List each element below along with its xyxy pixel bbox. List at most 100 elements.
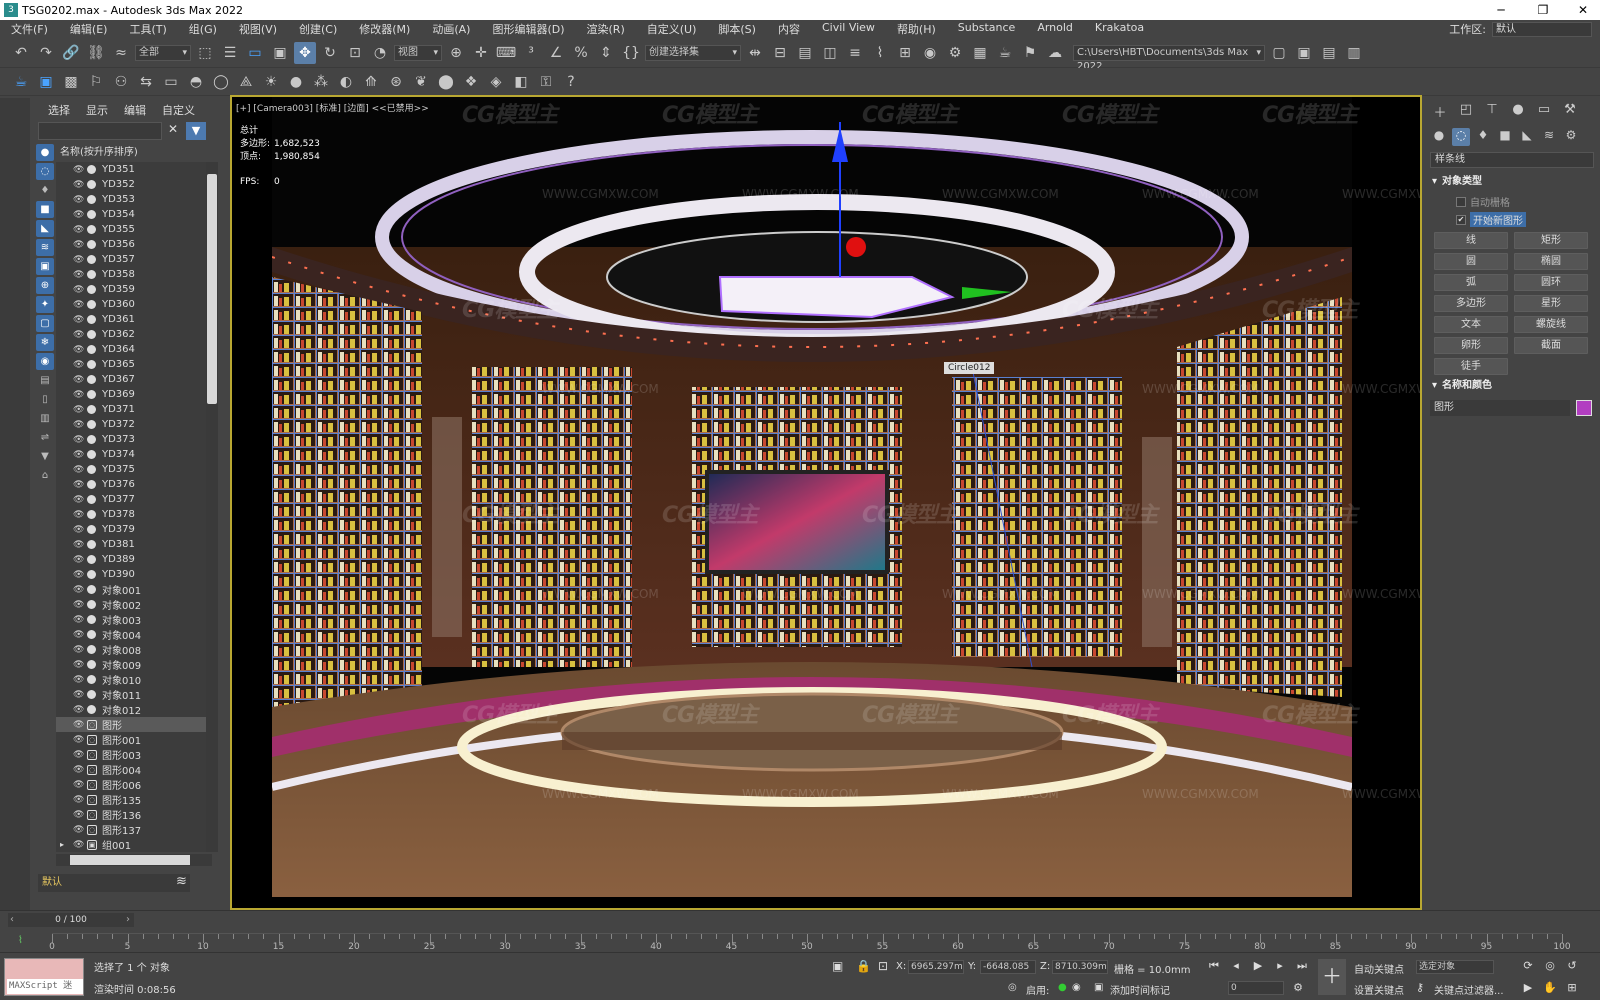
adaptive-degradation-icon[interactable]: ◎ <box>1008 982 1017 993</box>
key-filters-button[interactable]: 关键点过滤器... <box>1434 982 1504 997</box>
list-item[interactable]: 👁 ◌ 图形003 <box>56 747 212 762</box>
spinner-snap-icon[interactable]: ⇕ <box>595 42 617 64</box>
tab-select[interactable]: 选择 <box>48 102 70 120</box>
project-folder-icon[interactable]: ▢ <box>1268 42 1290 64</box>
visibility-icon[interactable]: 👁 <box>73 255 85 265</box>
visibility-icon[interactable]: 👁 <box>73 825 85 835</box>
visibility-icon[interactable]: 👁 <box>73 645 85 655</box>
list-item[interactable]: 👁 对象001 <box>56 582 212 597</box>
project-settings-icon[interactable]: ▥ <box>1343 42 1365 64</box>
list-item[interactable]: 👁 YD353 <box>56 192 212 207</box>
display-cameras-icon[interactable]: ■ <box>36 201 54 218</box>
orbit-icon[interactable]: ⟳ <box>1520 959 1536 975</box>
redo-icon[interactable]: ↷ <box>35 42 57 64</box>
motion-tab-icon[interactable]: ● <box>1508 102 1528 120</box>
list-item[interactable]: 👁 ◌ 图形 <box>56 717 212 732</box>
visibility-icon[interactable]: 👁 <box>73 525 85 535</box>
list-item[interactable]: 👁 对象011 <box>56 687 212 702</box>
select-rotate-icon[interactable]: ↻ <box>319 42 341 64</box>
modify-tab-icon[interactable]: ◰ <box>1456 102 1476 120</box>
menu-item-13[interactable]: Civil View <box>811 21 886 37</box>
key-mode-icon[interactable]: ⚷ <box>1412 981 1428 997</box>
teapot-icon[interactable]: ☕ <box>10 71 32 93</box>
menu-item-1[interactable]: 编辑(E) <box>59 21 119 37</box>
hierarchy-tab-icon[interactable]: ⊤ <box>1482 102 1502 120</box>
restore-button[interactable]: ❐ <box>1526 0 1560 20</box>
utilities-tab-icon[interactable]: ⚒ <box>1560 102 1580 120</box>
rollout-name-color[interactable]: 名称和颜色 <box>1430 378 1594 394</box>
sync-selection-icon[interactable]: ⇌ <box>36 429 54 446</box>
list-item[interactable]: 👁 YD357 <box>56 252 212 267</box>
align-icon[interactable]: ⊟ <box>769 42 791 64</box>
visibility-icon[interactable]: 👁 <box>73 465 85 475</box>
close-button[interactable]: ✕ <box>1566 0 1600 20</box>
menu-item-17[interactable]: Krakatoa <box>1084 21 1155 37</box>
list-item[interactable]: 👁 YD356 <box>56 237 212 252</box>
visibility-icon[interactable]: 👁 <box>73 795 85 805</box>
visibility-icon[interactable]: 👁 <box>73 165 85 175</box>
lock-cell-icon[interactable]: ⌂ <box>36 467 54 484</box>
display-helpers-icon[interactable]: ◣ <box>36 220 54 237</box>
viewport-image-icon[interactable]: ▩ <box>60 71 82 93</box>
set-key-button[interactable]: 设置关键点 <box>1354 982 1404 997</box>
menu-item-7[interactable]: 动画(A) <box>421 21 481 37</box>
menu-item-3[interactable]: 组(G) <box>178 21 228 37</box>
clear-search-icon[interactable]: ✕ <box>166 122 180 140</box>
render-online-icon[interactable]: ☁ <box>1044 42 1066 64</box>
visibility-icon[interactable]: 👁 <box>73 690 85 700</box>
open-project-icon[interactable]: ▣ <box>1293 42 1315 64</box>
unknown-tool-icon[interactable]: ▣ <box>35 71 57 93</box>
list-item[interactable]: 👁 对象010 <box>56 672 212 687</box>
visibility-icon[interactable]: 👁 <box>73 450 85 460</box>
visibility-icon[interactable]: 👁 <box>73 390 85 400</box>
visibility-icon[interactable]: 👁 <box>73 720 85 730</box>
list-item[interactable]: 👁 YD372 <box>56 417 212 432</box>
visibility-icon[interactable]: 👁 <box>73 300 85 310</box>
visibility-icon[interactable]: 👁 <box>73 840 85 850</box>
unlink-icon[interactable]: ⛓ <box>85 42 107 64</box>
visibility-icon[interactable]: 👁 <box>73 660 85 670</box>
scene-state-icon[interactable]: ⚐ <box>85 71 107 93</box>
visibility-icon[interactable]: 👁 <box>73 225 85 235</box>
snap-toggle-icon[interactable]: ³ <box>520 42 542 64</box>
menu-item-11[interactable]: 脚本(S) <box>707 21 767 37</box>
list-item[interactable]: 👁 YD355 <box>56 222 212 237</box>
edit-named-sets-icon[interactable]: {} <box>620 42 642 64</box>
visibility-icon[interactable]: 👁 <box>73 630 85 640</box>
walkthrough-icon[interactable]: ✋ <box>1542 981 1558 997</box>
visibility-icon[interactable]: 👁 <box>73 405 85 415</box>
menu-item-5[interactable]: 创建(C) <box>288 21 348 37</box>
menu-item-0[interactable]: 文件(F) <box>0 21 59 37</box>
sphere-icon[interactable]: ◯ <box>210 71 232 93</box>
maxscript-listener[interactable]: MAXScript 迷 <box>4 958 84 996</box>
help-icon[interactable]: ? <box>560 71 582 93</box>
object-name-input[interactable]: 图形 <box>1430 400 1570 416</box>
tab-customize[interactable]: 自定义 <box>162 102 195 120</box>
list-item[interactable]: 👁 ◌ 图形004 <box>56 762 212 777</box>
list-item[interactable]: 👁 YD373 <box>56 432 212 447</box>
visibility-icon[interactable]: 👁 <box>73 240 85 250</box>
visibility-icon[interactable]: 👁 <box>73 315 85 325</box>
current-frame-field[interactable]: 0 <box>1228 981 1284 995</box>
visibility-icon[interactable]: 👁 <box>73 180 85 190</box>
material-editor-icon[interactable]: ◉ <box>919 42 941 64</box>
display-lights-icon[interactable]: ♦ <box>36 182 54 199</box>
ball-icon[interactable]: ⬤ <box>435 71 457 93</box>
geometry-icon[interactable]: ● <box>1430 128 1448 146</box>
explorer-horizontal-scrollbar[interactable] <box>56 854 212 866</box>
menu-item-9[interactable]: 渲染(R) <box>576 21 636 37</box>
curve-editor-icon[interactable]: ⌇ <box>869 42 891 64</box>
visibility-icon[interactable]: 👁 <box>73 480 85 490</box>
go-to-end-icon[interactable]: ⏭ <box>1294 959 1310 975</box>
create-tab-icon[interactable]: ＋ <box>1430 102 1450 121</box>
visibility-icon[interactable]: 👁 <box>73 750 85 760</box>
link-icon[interactable]: 🔗 <box>60 42 82 64</box>
visibility-icon[interactable]: 👁 <box>73 555 85 565</box>
selection-filter-dropdown[interactable]: 全部 <box>135 44 191 61</box>
arnold-camera-icon[interactable]: ⟰ <box>360 71 382 93</box>
expand-icon[interactable]: ▸ <box>60 840 64 849</box>
visibility-icon[interactable]: 👁 <box>73 360 85 370</box>
display-geometry-icon[interactable]: ● <box>36 144 54 161</box>
list-item[interactable]: 👁 YD390 <box>56 567 212 582</box>
key-target-dropdown[interactable]: 选定对象 <box>1416 960 1494 974</box>
